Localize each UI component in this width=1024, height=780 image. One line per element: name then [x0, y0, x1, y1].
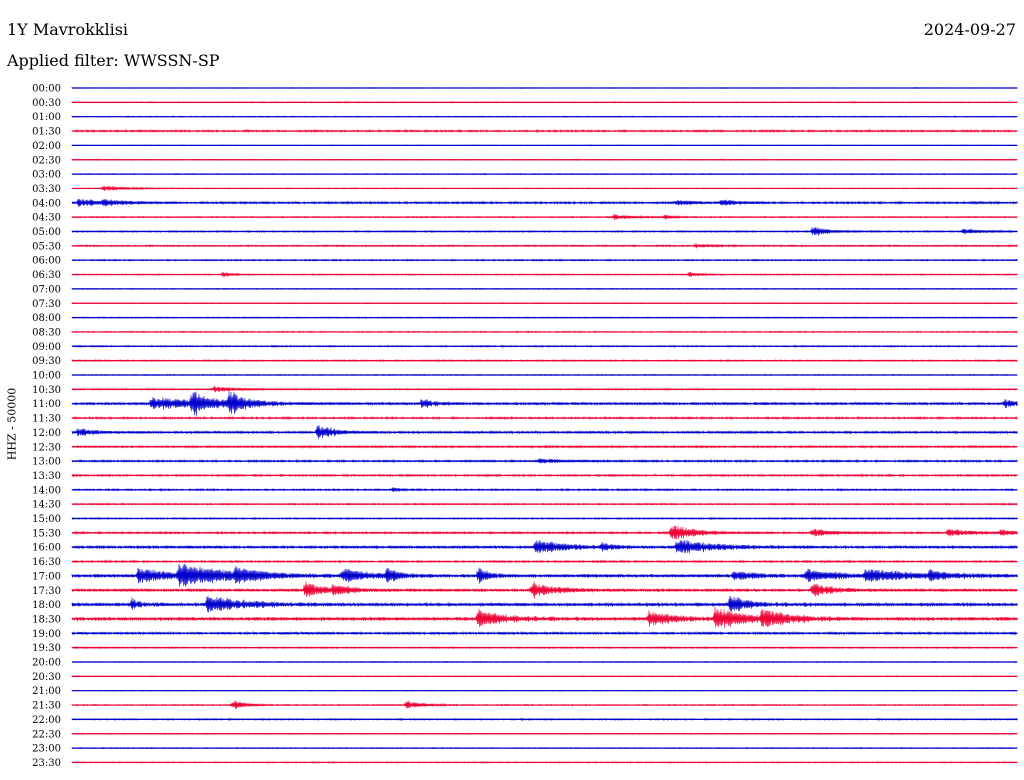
seismic-traces [71, 86, 1018, 764]
time-tick-label: 15:00 [32, 514, 61, 525]
time-tick-label: 00:30 [32, 98, 61, 109]
time-tick-label: 11:30 [32, 414, 61, 425]
time-tick-label: 06:00 [32, 256, 61, 267]
time-tick-label: 16:30 [32, 557, 61, 568]
time-tick-label: 10:30 [32, 385, 61, 396]
time-tick-label: 14:00 [32, 485, 61, 496]
time-tick-label: 16:00 [32, 543, 61, 554]
time-tick-label: 03:00 [32, 170, 61, 181]
time-tick-label: 12:00 [32, 428, 61, 439]
time-tick-label: 22:00 [32, 715, 61, 726]
time-tick-label: 09:00 [32, 342, 61, 353]
time-tick-label: 00:00 [32, 84, 61, 95]
time-tick-label: 09:30 [32, 356, 61, 367]
time-tick-label: 14:30 [32, 500, 61, 511]
time-tick-label: 01:00 [32, 112, 61, 123]
time-tick-label: 20:30 [32, 672, 61, 683]
time-tick-label: 10:00 [32, 371, 61, 382]
time-tick-label: 02:30 [32, 155, 61, 166]
time-tick-label: 08:30 [32, 327, 61, 338]
time-tick-label: 22:30 [32, 729, 61, 740]
time-tick-label: 19:30 [32, 643, 61, 654]
time-tick-label: 23:00 [32, 744, 61, 755]
time-tick-label: 07:00 [32, 284, 61, 295]
time-tick-label: 21:00 [32, 686, 61, 697]
trace-1830 [71, 606, 1018, 629]
time-tick-label: 03:30 [32, 184, 61, 195]
time-tick-labels: 00:00 00:30 01:00 01:30 02:00 02:30 03:00 03:30… [32, 84, 61, 769]
time-tick-label: 04:00 [32, 198, 61, 209]
time-tick-label: 05:30 [32, 241, 61, 252]
time-tick-label: 13:30 [32, 471, 61, 482]
time-tick-label: 06:30 [32, 270, 61, 281]
time-tick-label: 17:30 [32, 586, 61, 597]
helicorder-plot: 00:00 00:30 01:00 01:30 02:00 02:30 03:00 03:30… [32, 84, 1018, 769]
time-tick-label: 02:00 [32, 141, 61, 152]
time-tick-label: 20:00 [32, 658, 61, 669]
time-tick-label: 01:30 [32, 127, 61, 138]
time-tick-label: 12:30 [32, 442, 61, 453]
time-tick-label: 19:00 [32, 629, 61, 640]
time-tick-label: 23:30 [32, 758, 61, 769]
time-tick-label: 17:00 [32, 571, 61, 582]
time-tick-label: 11:00 [32, 399, 61, 410]
time-tick-label: 15:30 [32, 528, 61, 539]
time-tick-label: 07:30 [32, 299, 61, 310]
time-tick-label: 13:00 [32, 457, 61, 468]
time-tick-label: 21:30 [32, 701, 61, 712]
time-tick-label: 18:30 [32, 614, 61, 625]
time-tick-label: 18:00 [32, 600, 61, 611]
time-tick-label: 05:00 [32, 227, 61, 238]
time-tick-label: 08:00 [32, 313, 61, 324]
time-tick-label: 04:30 [32, 213, 61, 224]
